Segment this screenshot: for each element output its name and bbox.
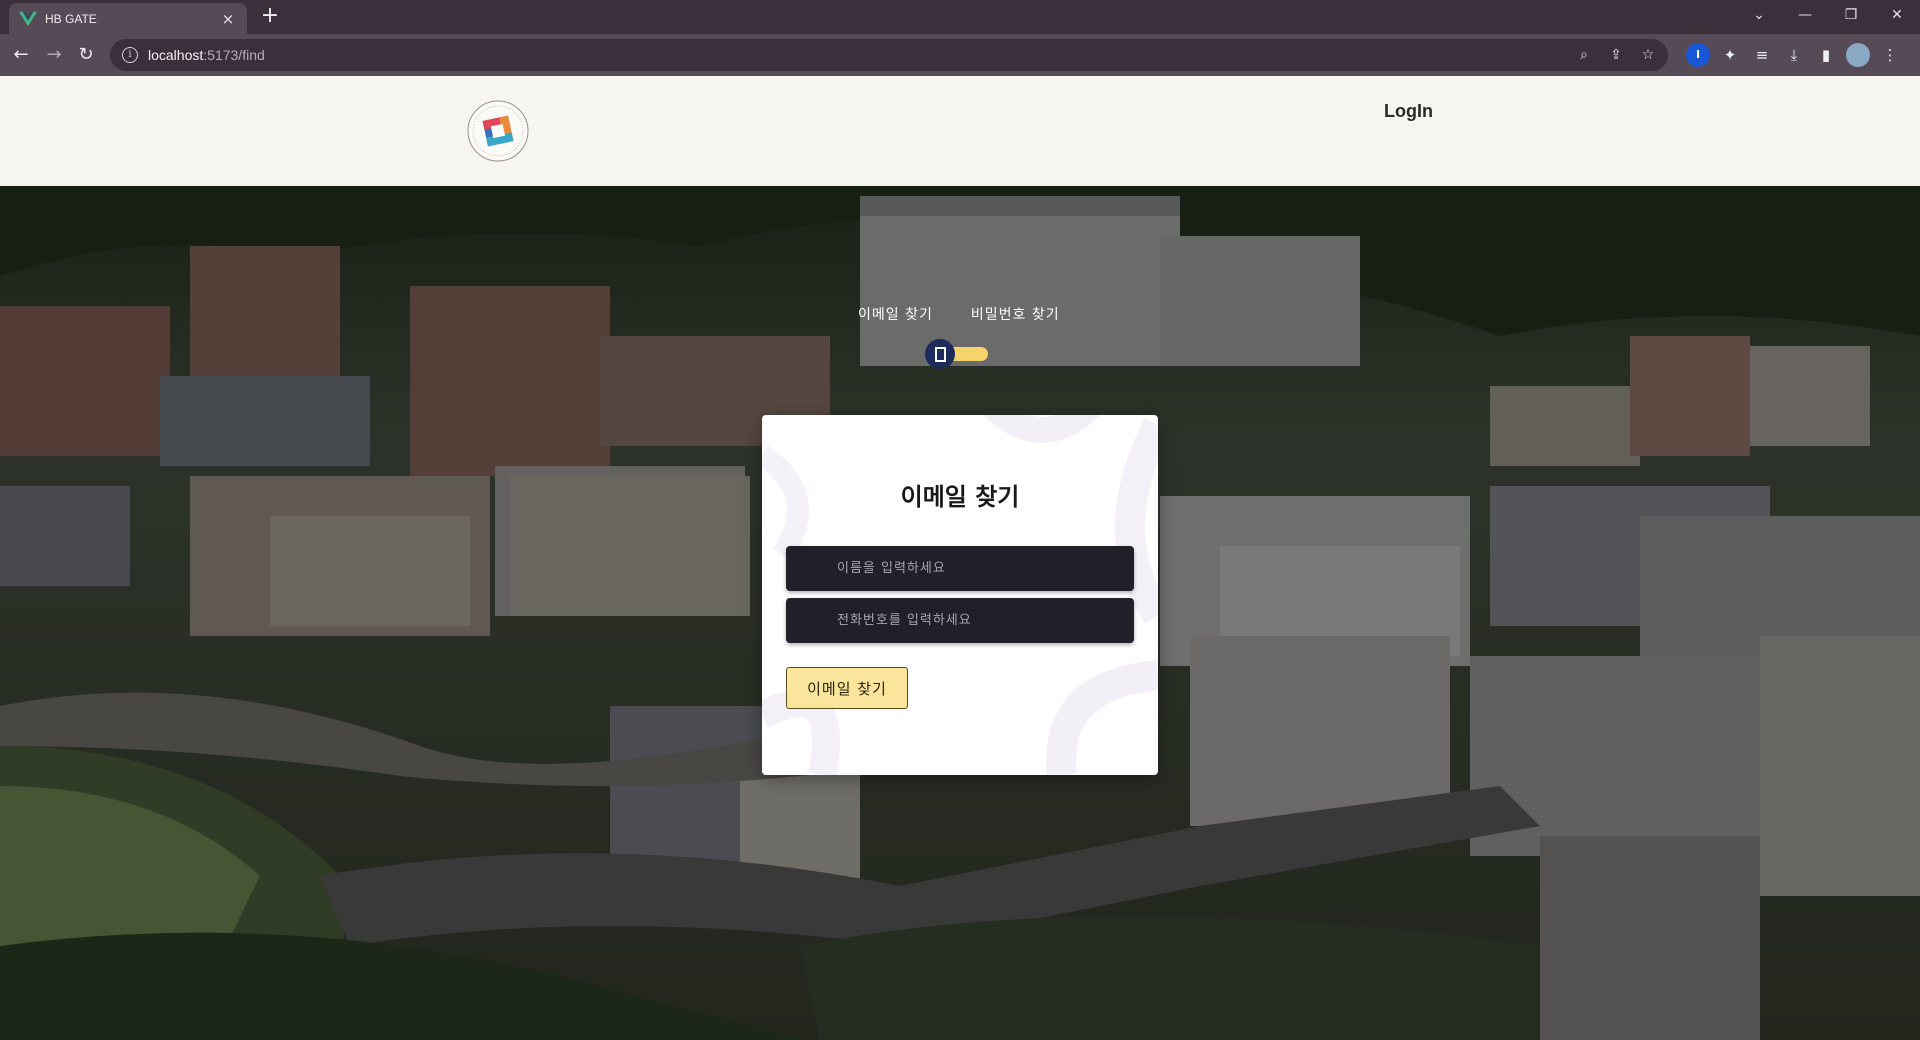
back-icon[interactable]: ←	[9, 43, 33, 67]
window-close-icon[interactable]: ✕	[1874, 0, 1920, 30]
find-email-card: 이메일 찾기 이메일 찾기	[762, 415, 1158, 775]
browser-tab[interactable]: HB GATE ×	[9, 3, 247, 34]
extensions-area: I ✦ ≡ ⤓ ▮ ⋮	[1686, 43, 1902, 67]
name-input[interactable]	[786, 546, 1134, 591]
omnibox-actions: ⌕ ⇪ ☆	[1572, 43, 1660, 67]
browser-tab-bar: HB GATE × + ⌄ — ❐ ✕	[0, 0, 1920, 34]
school-logo[interactable]	[466, 99, 530, 163]
site-header: LogIn	[0, 76, 1920, 186]
window-controls: ⌄ — ❐ ✕	[1736, 0, 1920, 30]
card-title: 이메일 찾기	[900, 483, 1020, 511]
download-icon[interactable]: ⤓	[1782, 43, 1806, 67]
info-icon[interactable]: i	[122, 47, 138, 63]
address-bar[interactable]: i localhost:5173/find ⌕ ⇪ ☆	[110, 39, 1668, 71]
tab-close-icon[interactable]: ×	[219, 10, 237, 28]
media-icon[interactable]: ≡	[1750, 43, 1774, 67]
card-decoration	[762, 415, 1158, 775]
login-link[interactable]: LogIn	[1384, 101, 1433, 122]
password-manager-icon[interactable]: I	[1686, 43, 1710, 67]
find-email-tab[interactable]: 이메일 찾기	[858, 304, 933, 324]
url-host: localhost	[148, 47, 204, 63]
chevron-down-icon[interactable]: ⌄	[1736, 0, 1782, 30]
browser-toolbar: ← → ↻ i localhost:5173/find ⌕ ⇪ ☆ I ✦ ≡ …	[0, 34, 1920, 76]
share-icon[interactable]: ⇪	[1604, 43, 1628, 67]
page: LogIn 이메일 찾기 비밀번호 찾기 이메일 찾기 이름을 입력하세요 전화…	[0, 76, 1920, 1040]
vue-favicon-icon	[19, 11, 37, 26]
bookmark-star-icon[interactable]: ☆	[1636, 43, 1660, 67]
reload-icon[interactable]: ↻	[74, 43, 98, 67]
minimize-icon[interactable]: —	[1782, 0, 1828, 30]
find-email-button[interactable]: 이메일 찾기	[786, 667, 908, 709]
tab-title: HB GATE	[45, 11, 97, 26]
extension-icon[interactable]: ✦	[1718, 43, 1742, 67]
find-password-tab[interactable]: 비밀번호 찾기	[971, 304, 1060, 324]
forward-icon[interactable]: →	[42, 43, 66, 67]
sidebar-icon[interactable]: ▮	[1814, 43, 1838, 67]
menu-icon[interactable]: ⋮	[1878, 43, 1902, 67]
find-mode-labels: 이메일 찾기 비밀번호 찾기	[858, 304, 1060, 324]
restore-icon[interactable]: ❐	[1828, 0, 1874, 30]
zoom-icon[interactable]: ⌕	[1572, 43, 1596, 67]
profile-avatar[interactable]	[1846, 43, 1870, 67]
url-path: :5173/find	[203, 47, 265, 63]
hero-background: 이메일 찾기 비밀번호 찾기 이메일 찾기 이메일 찾기	[0, 186, 1920, 1040]
mode-toggle-knob[interactable]	[925, 339, 955, 369]
new-tab-button[interactable]: +	[258, 4, 282, 28]
phone-input[interactable]	[786, 598, 1134, 643]
toggle-knob-icon	[934, 346, 946, 362]
